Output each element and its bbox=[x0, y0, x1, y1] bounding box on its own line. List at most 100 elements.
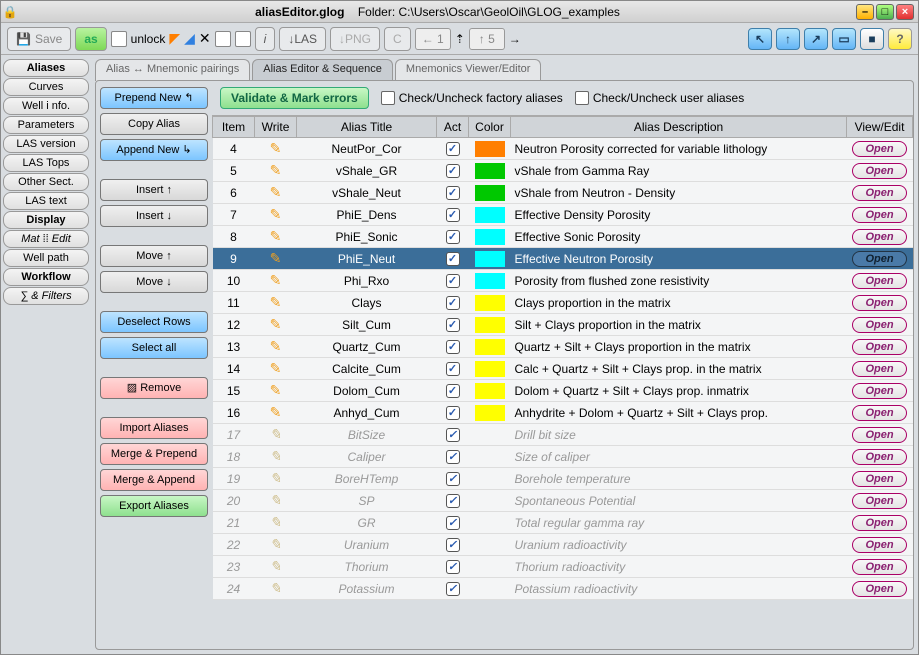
cell-open[interactable]: Open bbox=[847, 556, 913, 578]
cell-color[interactable] bbox=[469, 534, 511, 556]
table-row[interactable]: 13✎Quartz_Cum✓Quartz + Silt + Clays prop… bbox=[213, 336, 913, 358]
cell-act[interactable]: ✓ bbox=[437, 292, 469, 314]
table-row[interactable]: 10✎Phi_Rxo✓Porosity from flushed zone re… bbox=[213, 270, 913, 292]
cell-write[interactable]: ✎ bbox=[255, 424, 297, 446]
cell-act[interactable]: ✓ bbox=[437, 534, 469, 556]
cell-write[interactable]: ✎ bbox=[255, 380, 297, 402]
column-header[interactable]: Alias Title bbox=[297, 117, 437, 138]
flag-orange-icon[interactable]: ◤ bbox=[169, 30, 180, 47]
open-button[interactable]: Open bbox=[852, 229, 906, 245]
cell-color[interactable] bbox=[469, 446, 511, 468]
table-row[interactable]: 5✎vShale_GR✓vShale from Gamma RayOpen bbox=[213, 160, 913, 182]
open-button[interactable]: Open bbox=[852, 515, 906, 531]
table-row[interactable]: 8✎PhiE_Sonic✓Effective Sonic PorosityOpe… bbox=[213, 226, 913, 248]
nav-item[interactable]: LAS Tops bbox=[3, 154, 89, 172]
spinner-1[interactable]: ← 1 bbox=[415, 28, 451, 50]
cell-write[interactable]: ✎ bbox=[255, 336, 297, 358]
cell-color[interactable] bbox=[469, 314, 511, 336]
check-user-label[interactable]: Check/Uncheck user aliases bbox=[575, 91, 744, 106]
export-las-button[interactable]: ↓LAS bbox=[279, 27, 326, 51]
cell-act[interactable]: ✓ bbox=[437, 512, 469, 534]
cell-open[interactable]: Open bbox=[847, 512, 913, 534]
copy-alias-button[interactable]: Copy Alias bbox=[100, 113, 208, 135]
table-row[interactable]: 21✎GR✓Total regular gamma rayOpen bbox=[213, 512, 913, 534]
table-row[interactable]: 14✎Calcite_Cum✓Calc + Quartz + Silt + Cl… bbox=[213, 358, 913, 380]
cell-write[interactable]: ✎ bbox=[255, 226, 297, 248]
cell-open[interactable]: Open bbox=[847, 138, 913, 160]
table-row[interactable]: 7✎PhiE_Dens✓Effective Density PorosityOp… bbox=[213, 204, 913, 226]
cell-color[interactable] bbox=[469, 182, 511, 204]
cell-color[interactable] bbox=[469, 556, 511, 578]
cell-color[interactable] bbox=[469, 490, 511, 512]
cell-write[interactable]: ✎ bbox=[255, 578, 297, 600]
column-header[interactable]: Item bbox=[213, 117, 255, 138]
validate-button[interactable]: Validate & Mark errors bbox=[220, 87, 369, 109]
cell-act[interactable]: ✓ bbox=[437, 204, 469, 226]
tab[interactable]: Alias Editor & Sequence bbox=[252, 59, 393, 81]
deselect-rows-button[interactable]: Deselect Rows bbox=[100, 311, 208, 333]
open-button[interactable]: Open bbox=[852, 207, 906, 223]
alias-grid[interactable]: ItemWriteAlias TitleActColorAlias Descri… bbox=[212, 115, 913, 649]
table-row[interactable]: 17✎BitSize✓Drill bit sizeOpen bbox=[213, 424, 913, 446]
cell-write[interactable]: ✎ bbox=[255, 468, 297, 490]
cell-write[interactable]: ✎ bbox=[255, 556, 297, 578]
cell-open[interactable]: Open bbox=[847, 292, 913, 314]
nav-item[interactable]: Aliases bbox=[3, 59, 89, 77]
cell-write[interactable]: ✎ bbox=[255, 314, 297, 336]
cell-act[interactable]: ✓ bbox=[437, 248, 469, 270]
check-factory-label[interactable]: Check/Uncheck factory aliases bbox=[381, 91, 563, 106]
arrow-up-button[interactable]: ↑ bbox=[776, 28, 800, 50]
table-row[interactable]: 11✎Clays✓Clays proportion in the matrixO… bbox=[213, 292, 913, 314]
cell-act[interactable]: ✓ bbox=[437, 182, 469, 204]
move-down-button[interactable]: Move ↓ bbox=[100, 271, 208, 293]
column-header[interactable]: View/Edit bbox=[847, 117, 913, 138]
cell-write[interactable]: ✎ bbox=[255, 534, 297, 556]
open-button[interactable]: Open bbox=[852, 471, 906, 487]
cell-write[interactable]: ✎ bbox=[255, 358, 297, 380]
lock-icon[interactable]: 🔒 bbox=[1, 5, 19, 19]
cell-color[interactable] bbox=[469, 204, 511, 226]
open-button[interactable]: Open bbox=[852, 317, 906, 333]
x-icon[interactable]: ✕ bbox=[199, 30, 211, 47]
maximize-button[interactable]: □ bbox=[876, 4, 894, 20]
cell-act[interactable]: ✓ bbox=[437, 424, 469, 446]
cell-act[interactable]: ✓ bbox=[437, 468, 469, 490]
cell-open[interactable]: Open bbox=[847, 314, 913, 336]
cell-act[interactable]: ✓ bbox=[437, 226, 469, 248]
open-button[interactable]: Open bbox=[852, 427, 906, 443]
remove-button[interactable]: ▨ Remove bbox=[100, 377, 208, 399]
table-row[interactable]: 22✎Uranium✓Uranium radioactivityOpen bbox=[213, 534, 913, 556]
insert-down-button[interactable]: Insert ↓ bbox=[100, 205, 208, 227]
nav-item[interactable]: LAS version bbox=[3, 135, 89, 153]
nav-item[interactable]: Workflow bbox=[3, 268, 89, 286]
cell-act[interactable]: ✓ bbox=[437, 336, 469, 358]
export-aliases-button[interactable]: Export Aliases bbox=[100, 495, 208, 517]
info-button[interactable]: i bbox=[255, 27, 276, 51]
arrow-ne-button[interactable]: ↗ bbox=[804, 28, 828, 50]
cell-write[interactable]: ✎ bbox=[255, 248, 297, 270]
export-png-button[interactable]: ↓PNG bbox=[330, 27, 380, 51]
cell-open[interactable]: Open bbox=[847, 160, 913, 182]
table-row[interactable]: 19✎BoreHTemp✓Borehole temperatureOpen bbox=[213, 468, 913, 490]
c-button[interactable]: C bbox=[384, 27, 411, 51]
cell-color[interactable] bbox=[469, 358, 511, 380]
nav-item[interactable]: Other Sect. bbox=[3, 173, 89, 191]
cell-open[interactable]: Open bbox=[847, 336, 913, 358]
cell-color[interactable] bbox=[469, 292, 511, 314]
append-new-button[interactable]: Append New ↳ bbox=[100, 139, 208, 161]
help-button[interactable]: ? bbox=[888, 28, 912, 50]
cell-color[interactable] bbox=[469, 424, 511, 446]
cell-open[interactable]: Open bbox=[847, 358, 913, 380]
open-button[interactable]: Open bbox=[852, 405, 906, 421]
cell-color[interactable] bbox=[469, 336, 511, 358]
table-row[interactable]: 18✎Caliper✓Size of caliperOpen bbox=[213, 446, 913, 468]
cell-color[interactable] bbox=[469, 138, 511, 160]
cell-act[interactable]: ✓ bbox=[437, 358, 469, 380]
tab[interactable]: Alias ↔ Mnemonic pairings bbox=[95, 59, 250, 81]
cell-color[interactable] bbox=[469, 248, 511, 270]
open-button[interactable]: Open bbox=[852, 493, 906, 509]
nav-item[interactable]: Parameters bbox=[3, 116, 89, 134]
column-header[interactable]: Write bbox=[255, 117, 297, 138]
open-button[interactable]: Open bbox=[852, 383, 906, 399]
toolbar-check1[interactable] bbox=[215, 31, 231, 47]
